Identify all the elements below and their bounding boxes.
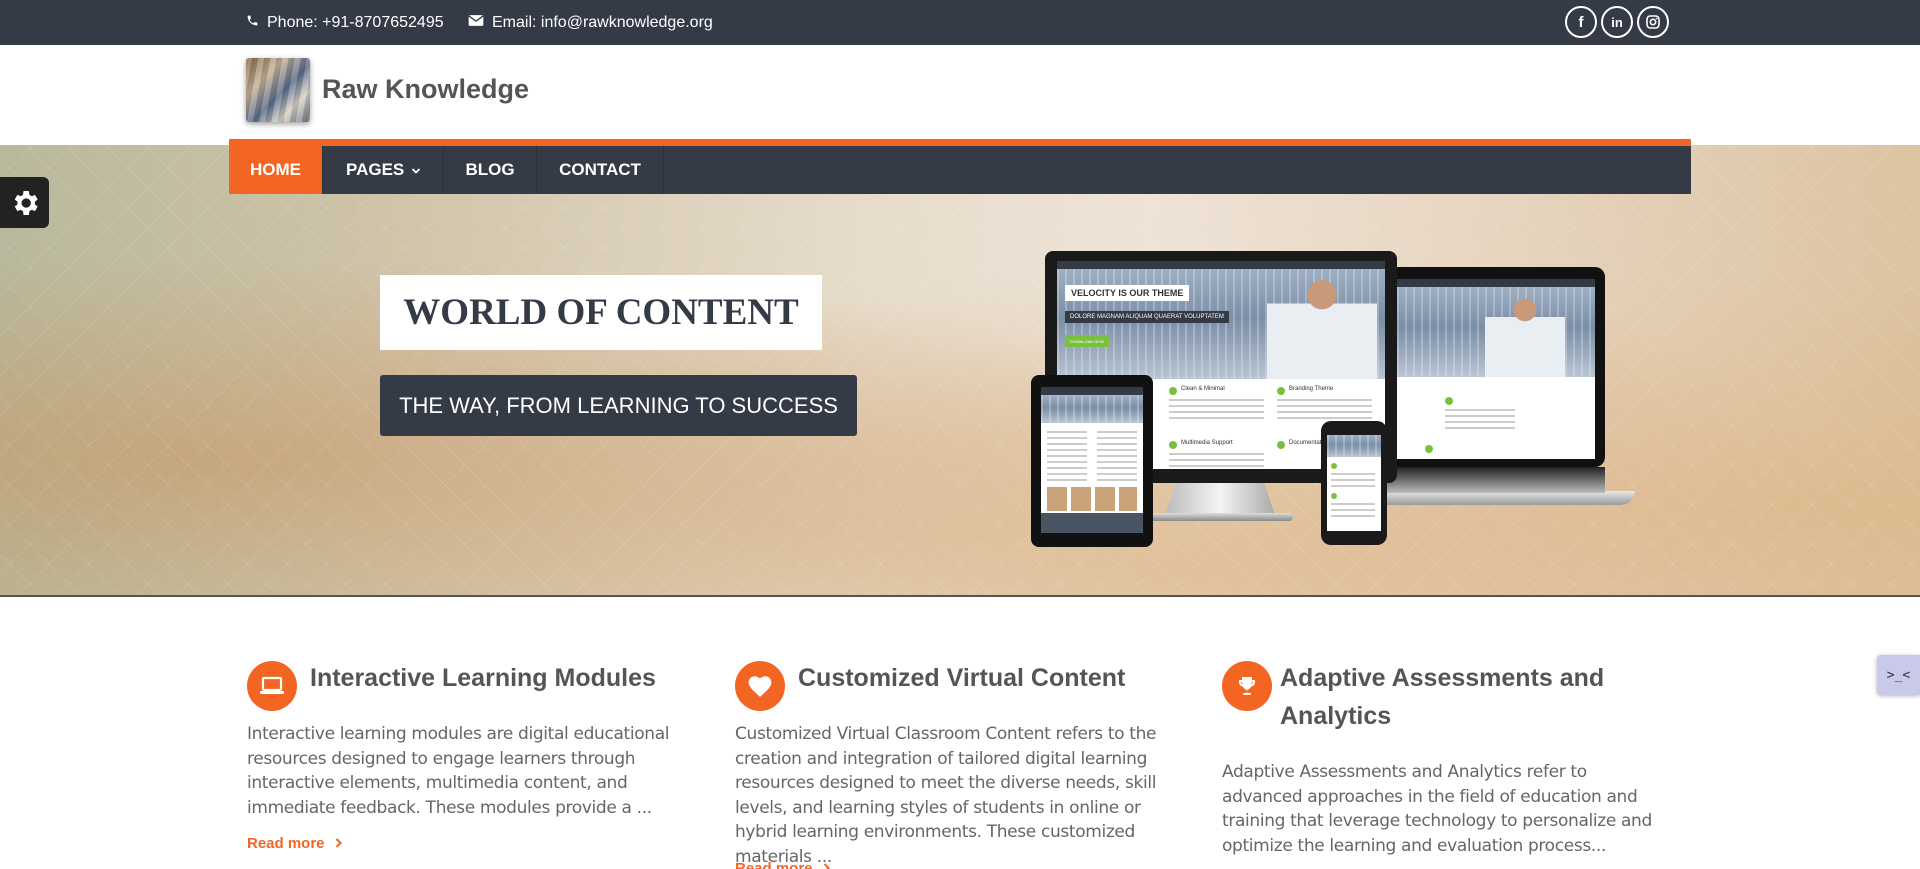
mini-building <box>1041 395 1143 423</box>
feature-title[interactable]: Interactive Learning Modules <box>310 659 690 697</box>
mini-topbar <box>1365 279 1595 287</box>
laptop-icon <box>247 661 297 711</box>
mini-text <box>1445 409 1515 429</box>
mini-feature-dot <box>1169 441 1177 449</box>
mini-text <box>1097 431 1137 481</box>
mini-text <box>1169 399 1264 421</box>
heart-icon <box>735 661 785 711</box>
mini-text <box>1331 473 1375 487</box>
phone-contact: Phone: +91-8707652495 <box>246 0 444 45</box>
linkedin-glyph: in <box>1611 14 1623 30</box>
nav-item-blog[interactable]: BLOG <box>444 146 537 194</box>
mini-person <box>1485 291 1565 377</box>
tablet-screen <box>1041 387 1143 533</box>
mini-building <box>1327 435 1381 457</box>
mini-feature-dot <box>1169 387 1177 395</box>
mini-feature-label: Branding Theme <box>1289 386 1334 392</box>
read-more-label: Read more <box>247 835 325 852</box>
hero-title: WORLD OF CONTENT <box>380 275 822 350</box>
mini-feature-dot <box>1331 463 1337 469</box>
mini-text <box>1047 431 1087 481</box>
settings-toggle[interactable] <box>0 177 49 228</box>
facebook-icon[interactable]: f <box>1565 6 1597 38</box>
phone-text: Phone: +91-8707652495 <box>267 13 444 31</box>
mini-feature-label: Clean & Minimal <box>1181 386 1225 392</box>
nav-item-label: PAGES <box>346 160 405 179</box>
gear-icon <box>14 190 38 215</box>
hero-subtitle: THE WAY, FROM LEARNING TO SUCCESS <box>380 375 857 436</box>
mini-feature-dot <box>1277 441 1285 449</box>
mini-gallery <box>1047 487 1137 511</box>
feature-description: Interactive learning modules are digital… <box>247 724 670 818</box>
feature-description: Adaptive Assessments and Analytics refer… <box>1222 762 1652 856</box>
site-title[interactable]: Raw Knowledge <box>322 74 529 105</box>
nav-item-contact[interactable]: CONTACT <box>537 146 664 194</box>
email-contact[interactable]: Email: info@rawknowledge.org <box>468 0 713 45</box>
main-nav: HOME PAGES BLOG CONTACT <box>229 146 1691 194</box>
nav-accent-strip <box>229 139 1691 146</box>
email-text[interactable]: Email: info@rawknowledge.org <box>492 14 713 32</box>
devices-mockup: VELOCITY IS OUR THEME DOLORE MAGNAM ALIQ… <box>1025 247 1635 547</box>
mini-person <box>1267 271 1377 379</box>
envelope-icon <box>468 14 484 32</box>
instagram-glyph <box>1646 15 1660 29</box>
mini-tagline: DOLORE MAGNAM ALIQUAM QUAERAT VOLUPTATEM <box>1065 311 1229 323</box>
mini-text <box>1331 503 1375 517</box>
nav-item-label: HOME <box>250 160 301 179</box>
site-logo[interactable] <box>246 58 310 122</box>
phone-screen <box>1327 435 1381 531</box>
facebook-glyph: f <box>1578 13 1584 31</box>
feature-title[interactable]: Customized Virtual Content <box>798 659 1178 697</box>
read-more-label: Read more <box>735 860 813 869</box>
mini-topbar <box>1041 387 1143 395</box>
mini-text <box>1169 453 1264 467</box>
mini-banner: VELOCITY IS OUR THEME <box>1065 285 1190 301</box>
mini-topbar <box>1057 261 1385 269</box>
mini-feature-dot <box>1445 397 1453 405</box>
nav-item-pages[interactable]: PAGES <box>323 146 444 194</box>
monitor-stand <box>1143 513 1293 521</box>
nav-item-label: BLOG <box>465 160 515 179</box>
nav-item-label: CONTACT <box>559 160 641 179</box>
nav-item-home[interactable]: HOME <box>229 146 323 194</box>
laptop-screen <box>1365 279 1595 459</box>
read-more-link[interactable]: Read more <box>735 860 830 869</box>
linkedin-icon[interactable]: in <box>1601 6 1633 38</box>
feature-title[interactable]: Adaptive Assessments and Analytics <box>1280 659 1660 735</box>
mini-footer <box>1041 513 1143 533</box>
phone-icon <box>246 14 259 32</box>
chevron-down-icon <box>411 160 421 180</box>
instagram-icon[interactable] <box>1637 6 1669 38</box>
mini-feature-dot <box>1425 445 1433 453</box>
mini-text <box>1277 399 1372 421</box>
top-bar: Phone: +91-8707652495 Email: info@rawkno… <box>0 0 1920 45</box>
monitor-neck <box>1165 483 1275 515</box>
mini-feature-dot <box>1277 387 1285 395</box>
trophy-icon <box>1222 661 1272 711</box>
chat-widget-icon[interactable]: >_< <box>1877 655 1920 695</box>
read-more-link[interactable]: Read more <box>247 835 342 852</box>
chevron-right-icon <box>335 835 342 852</box>
mini-cta: DOWNLOAD NOW <box>1065 335 1109 347</box>
mini-feature-label: Multimedia Support <box>1181 440 1233 446</box>
feature-description: Customized Virtual Classroom Content ref… <box>735 724 1157 867</box>
mini-feature-dot <box>1331 493 1337 499</box>
chevron-right-icon <box>823 860 830 869</box>
